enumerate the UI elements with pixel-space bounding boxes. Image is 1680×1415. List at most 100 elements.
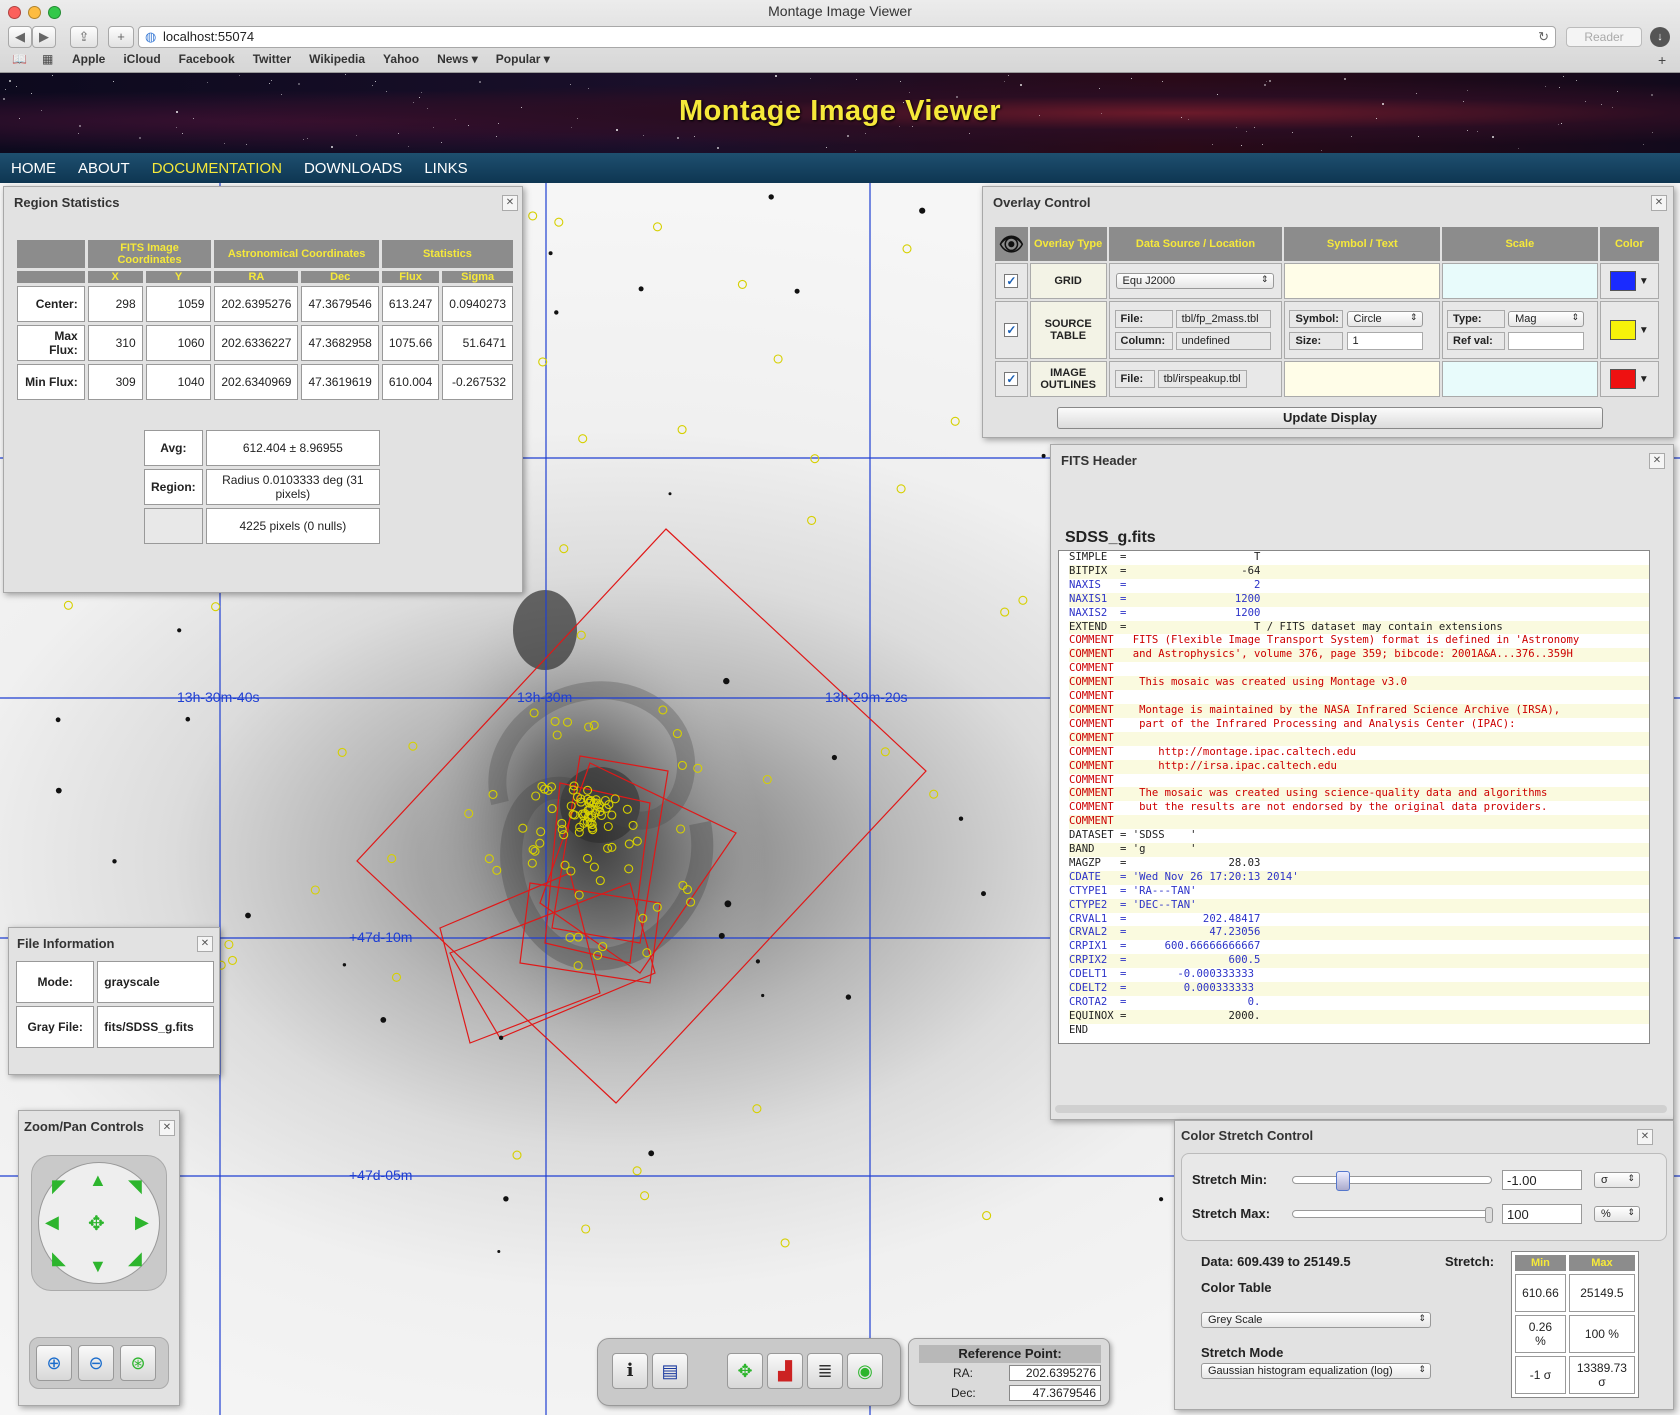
document-icon[interactable]: ▤	[652, 1353, 688, 1389]
pixel-count-value: 4225 pixels (0 nulls)	[205, 508, 380, 544]
source-marker	[762, 774, 772, 785]
symbol-select[interactable]: Circle	[1346, 311, 1423, 327]
grid-visible-checkbox[interactable]: ✓	[1004, 274, 1019, 288]
nav-documentation[interactable]: DOCUMENTATION	[152, 160, 282, 177]
field-star	[548, 251, 553, 256]
pan-right-icon[interactable]: ▶	[135, 1212, 149, 1233]
close-region-stats-button[interactable]: ✕	[502, 195, 518, 211]
reading-list-icon[interactable]: 📖	[12, 52, 27, 66]
dec-header: Dec	[301, 271, 379, 283]
companion-galaxy	[513, 590, 577, 670]
min-header: Min	[1515, 1255, 1566, 1271]
banner-star	[1544, 86, 1546, 88]
stretch-max-input[interactable]: 100	[1502, 1204, 1582, 1224]
source-marker	[632, 1166, 642, 1176]
bookmark-twitter[interactable]: Twitter	[253, 52, 291, 66]
banner-star	[420, 91, 422, 93]
field-star	[981, 891, 986, 897]
top-sites-icon[interactable]: ▦	[42, 52, 53, 66]
bookmark-popular[interactable]: Popular ▾	[496, 52, 550, 66]
source-visible-checkbox[interactable]: ✓	[1004, 323, 1019, 337]
nav-downloads[interactable]: DOWNLOADS	[304, 160, 402, 177]
row-label: Max Flux:	[17, 325, 85, 361]
stretch-mode-select[interactable]: Gaussian histogram equalization (log)	[1201, 1363, 1431, 1379]
zoom-fit-icon[interactable]: ⊛	[120, 1345, 156, 1381]
fits-header-line: EXTEND = T / FITS dataset may contain ex…	[1069, 620, 1649, 635]
source-color-swatch[interactable]	[1609, 320, 1636, 340]
fits-header-line: CDATE = 'Wed Nov 26 17:20:13 2014'	[1069, 870, 1649, 885]
pan-up-left-icon[interactable]: ◤	[52, 1176, 66, 1197]
new-tab-button[interactable]: +	[108, 26, 134, 48]
share-button[interactable]: ⇪	[70, 26, 98, 48]
reader-button[interactable]: Reader	[1566, 27, 1642, 47]
close-file-info-button[interactable]: ✕	[197, 936, 213, 952]
source-column-value[interactable]: undefined	[1175, 332, 1271, 350]
chevron-down-icon[interactable]: ▼	[1639, 325, 1649, 336]
bookmark-apple[interactable]: Apple	[72, 52, 105, 66]
bookmark-wikipedia[interactable]: Wikipedia	[309, 52, 365, 66]
stretch-max-unit-select[interactable]: %	[1594, 1206, 1640, 1222]
pan-up-icon[interactable]: ▲	[89, 1170, 107, 1191]
close-zoom-pan-button[interactable]: ✕	[159, 1120, 175, 1136]
stretch-min-thumb[interactable]	[1336, 1171, 1350, 1191]
stretch-min-input[interactable]: -1.00	[1502, 1170, 1582, 1190]
banner-star	[207, 82, 209, 84]
grid-color-swatch[interactable]	[1609, 271, 1636, 291]
stretch-max-slider[interactable]	[1292, 1207, 1493, 1223]
cell-y: 1059	[145, 286, 212, 322]
zoom-in-icon[interactable]: ⊕	[36, 1345, 72, 1381]
stretch-min-slider[interactable]	[1292, 1171, 1492, 1191]
histogram-icon[interactable]: ▟	[767, 1353, 803, 1389]
banner-star	[864, 132, 866, 134]
ref-val-input[interactable]	[1508, 332, 1585, 351]
info-icon[interactable]: i	[612, 1353, 648, 1389]
grid-color-cell[interactable]: ▼	[1599, 263, 1659, 299]
center-icon[interactable]: ✥	[88, 1211, 105, 1236]
fits-header-text[interactable]: SIMPLE = T BITPIX = -64 NAXIS = 2 NAXIS1 = …	[1058, 550, 1650, 1044]
downloads-icon[interactable]: ↓	[1650, 27, 1670, 47]
nav-home[interactable]: HOME	[11, 160, 56, 177]
outlines-color-swatch[interactable]	[1609, 369, 1636, 389]
layers-icon[interactable]: ≣	[807, 1353, 843, 1389]
pan-up-right-icon[interactable]: ◥	[128, 1176, 142, 1197]
chevron-down-icon[interactable]: ▼	[1639, 374, 1649, 385]
source-marker	[391, 972, 402, 982]
size-input[interactable]: 1	[1346, 332, 1423, 350]
mode-value: grayscale	[97, 961, 214, 1003]
nav-links[interactable]: LINKS	[424, 160, 467, 177]
outlines-visible-checkbox[interactable]: ✓	[1004, 372, 1019, 386]
reload-icon[interactable]: ↻	[1538, 27, 1549, 47]
region-select-icon[interactable]: ✥	[727, 1353, 763, 1389]
source-color-cell[interactable]: ▼	[1599, 301, 1659, 359]
pan-down-icon[interactable]: ▼	[89, 1256, 107, 1277]
bookmark-facebook[interactable]: Facebook	[179, 52, 235, 66]
color-table-select[interactable]: Grey Scale	[1201, 1312, 1431, 1328]
stretch-max-thumb[interactable]	[1485, 1207, 1493, 1223]
pan-down-right-icon[interactable]: ◢	[128, 1248, 142, 1269]
url-field[interactable]: ◍ localhost:55074 ↻	[138, 26, 1556, 48]
stretch-min-unit-select[interactable]: σ	[1594, 1172, 1640, 1188]
close-color-stretch-button[interactable]: ✕	[1637, 1129, 1653, 1145]
source-file-value[interactable]: tbl/fp_2mass.tbl	[1175, 310, 1271, 328]
close-overlay-button[interactable]: ✕	[1651, 195, 1667, 211]
outlines-file-value[interactable]: tbl/irspeakup.tbl	[1157, 370, 1247, 388]
forward-button[interactable]: ▶	[32, 26, 56, 48]
nav-about[interactable]: ABOUT	[78, 160, 130, 177]
zoom-out-icon[interactable]: ⊖	[78, 1345, 114, 1381]
source-marker	[780, 1238, 790, 1248]
grid-system-select[interactable]: Equ J2000	[1115, 273, 1274, 289]
back-button[interactable]: ◀	[8, 26, 32, 48]
chevron-down-icon[interactable]: ▼	[1639, 276, 1649, 287]
close-fits-header-button[interactable]: ✕	[1649, 453, 1665, 469]
bookmark-yahoo[interactable]: Yahoo	[383, 52, 419, 66]
update-display-button[interactable]: Update Display	[1057, 407, 1603, 429]
add-tab-icon[interactable]: +	[1658, 52, 1666, 68]
zoom-region-icon[interactable]: ◉	[847, 1353, 883, 1389]
outlines-color-cell[interactable]: ▼	[1599, 361, 1659, 397]
fits-scrollbar-horizontal[interactable]	[1055, 1105, 1667, 1113]
bookmark-icloud[interactable]: iCloud	[123, 52, 160, 66]
pan-down-left-icon[interactable]: ◣	[52, 1248, 66, 1269]
bookmark-news[interactable]: News ▾	[437, 52, 478, 66]
scale-type-select[interactable]: Mag	[1508, 310, 1585, 327]
pan-left-icon[interactable]: ◀	[45, 1212, 59, 1233]
